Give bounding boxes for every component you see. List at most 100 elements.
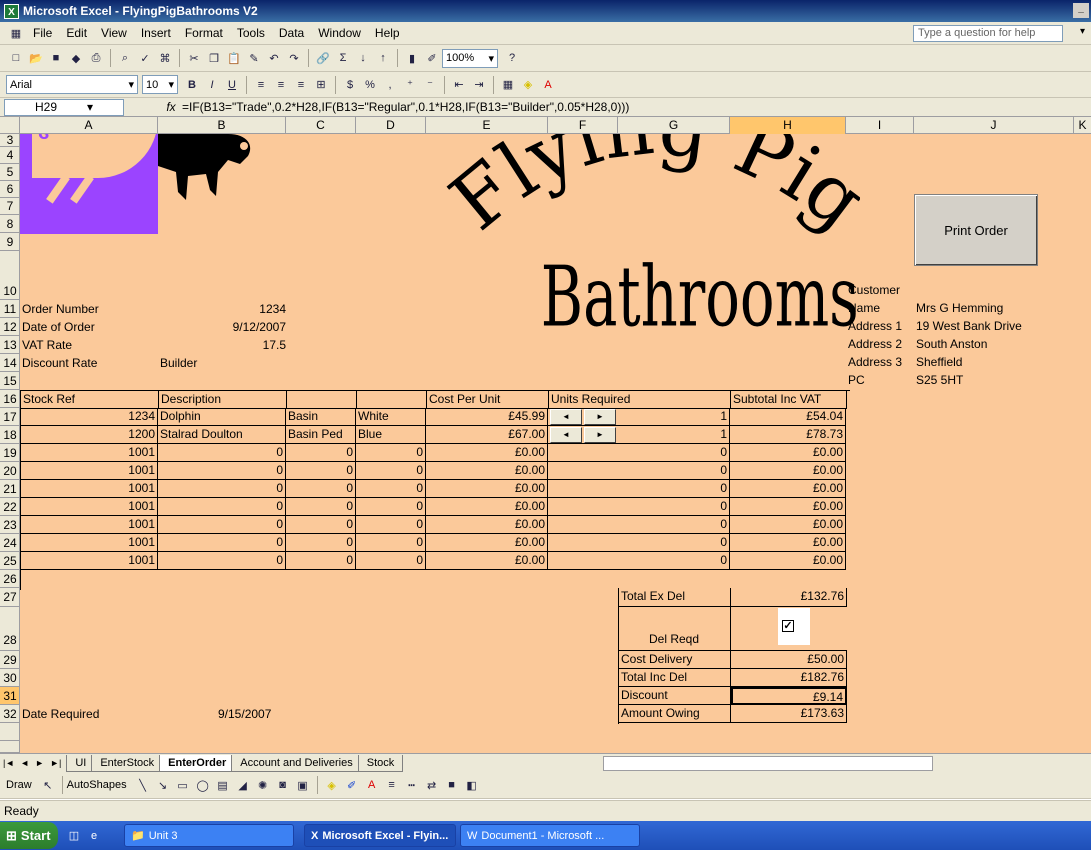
decrease-indent-icon[interactable]: ⇤ [451, 77, 467, 93]
discount-value-cell[interactable]: £9.14 [731, 687, 847, 705]
menu-edit[interactable]: Edit [59, 26, 94, 40]
amount-owing-value-cell[interactable]: £173.63 [731, 705, 847, 723]
row-header[interactable]: 30 [0, 669, 19, 687]
table-cell-subtotal[interactable]: £0.00 [730, 462, 846, 480]
ask-question-input[interactable]: Type a question for help [913, 25, 1063, 42]
row-header[interactable]: 8 [0, 215, 19, 233]
clipart-icon[interactable]: ◙ [275, 777, 291, 793]
menu-help[interactable]: Help [368, 26, 407, 40]
3d-icon[interactable]: ◧ [464, 777, 480, 793]
table-cell-ref[interactable]: 1001 [20, 552, 158, 570]
help-icon[interactable]: ? [504, 50, 520, 66]
font-color-icon[interactable]: A [364, 777, 380, 793]
menu-view[interactable]: View [94, 26, 134, 40]
customer-name-value[interactable]: Mrs G Hemming [916, 300, 1003, 318]
row-header[interactable]: 9 [0, 233, 19, 251]
column-header-b[interactable]: B [158, 117, 286, 134]
copy-icon[interactable]: ❐ [206, 50, 222, 66]
discount-rate-value[interactable]: Builder [160, 355, 197, 373]
select-all-corner[interactable] [0, 117, 20, 134]
print-preview-icon[interactable]: ⌕ [117, 50, 133, 66]
row-header[interactable]: 23 [0, 516, 19, 534]
pig-silhouette-image[interactable] [158, 134, 278, 208]
column-header-k[interactable]: K [1074, 117, 1091, 134]
table-cell-b[interactable]: Dolphin [158, 408, 286, 426]
table-cell-c[interactable]: 0 [286, 444, 356, 462]
table-cell-subtotal[interactable]: £0.00 [730, 498, 846, 516]
sort-descending-icon[interactable]: ↑ [375, 50, 391, 66]
taskbar-word[interactable]: W Document1 - Microsoft ... [460, 824, 640, 847]
del-reqd-checkbox[interactable]: ✓ [782, 620, 794, 632]
column-header-f[interactable]: F [548, 117, 618, 134]
font-color-icon[interactable]: A [540, 77, 556, 93]
print-order-button[interactable]: Print Order [914, 194, 1038, 266]
taskbar-excel[interactable]: X Microsoft Excel - Flyin... [304, 824, 456, 847]
table-cell-d[interactable]: White [356, 408, 426, 426]
first-sheet-icon[interactable]: |◄ [0, 758, 17, 768]
fill-color-icon[interactable]: ◈ [324, 777, 340, 793]
table-cell-ref[interactable]: 1001 [20, 444, 158, 462]
formula-input[interactable]: =IF(B13="Trade",0.2*H28,IF(B13="Regular"… [182, 100, 629, 114]
align-left-icon[interactable]: ≡ [253, 77, 269, 93]
table-cell-b[interactable]: 0 [158, 462, 286, 480]
line-icon[interactable]: ╲ [135, 777, 151, 793]
menu-window[interactable]: Window [311, 26, 368, 40]
row-header[interactable]: 21 [0, 480, 19, 498]
table-cell-cost[interactable]: £0.00 [426, 462, 548, 480]
row-header[interactable]: 15 [0, 372, 19, 390]
table-cell-ref[interactable]: 1234 [20, 408, 158, 426]
row-header[interactable]: 16 [0, 390, 19, 408]
row-header[interactable]: 4 [0, 147, 19, 164]
row-header[interactable]: 6 [0, 181, 19, 198]
table-cell-b[interactable]: 0 [158, 552, 286, 570]
order-number-value[interactable]: 1234 [158, 301, 286, 319]
menu-insert[interactable]: Insert [134, 26, 178, 40]
table-cell-subtotal[interactable]: £0.00 [730, 444, 846, 462]
row-header[interactable]: 20 [0, 462, 19, 480]
permission-icon[interactable]: ◆ [68, 50, 84, 66]
table-cell-subtotal[interactable]: £0.00 [730, 516, 846, 534]
table-cell-b[interactable]: 0 [158, 498, 286, 516]
column-header-d[interactable]: D [356, 117, 426, 134]
table-cell-d[interactable]: 0 [356, 534, 426, 552]
column-header-a[interactable]: A [20, 117, 158, 134]
menu-data[interactable]: Data [272, 26, 311, 40]
minimize-button[interactable]: _ [1073, 3, 1089, 18]
table-cell-units[interactable]: 0 [618, 516, 730, 534]
zoom-select[interactable]: 100% ▾ [442, 48, 498, 68]
last-sheet-icon[interactable]: ►| [47, 758, 64, 768]
align-center-icon[interactable]: ≡ [273, 77, 289, 93]
increase-indent-icon[interactable]: ⇥ [471, 77, 487, 93]
shadow-icon[interactable]: ■ [444, 777, 460, 793]
table-cell-d[interactable]: 0 [356, 462, 426, 480]
cut-icon[interactable]: ✂ [186, 50, 202, 66]
textbox-icon[interactable]: ▤ [215, 777, 231, 793]
select-objects-icon[interactable]: ↖ [40, 777, 56, 793]
dash-style-icon[interactable]: ┅ [404, 777, 420, 793]
table-cell-cost[interactable]: £0.00 [426, 480, 548, 498]
table-cell-c[interactable]: 0 [286, 498, 356, 516]
sort-ascending-icon[interactable]: ↓ [355, 50, 371, 66]
italic-icon[interactable]: I [204, 77, 220, 93]
customer-address2-value[interactable]: South Anston [916, 336, 987, 354]
column-header-h[interactable]: H [730, 117, 846, 134]
autosum-icon[interactable]: Σ [335, 50, 351, 66]
fill-color-icon[interactable]: ◈ [520, 77, 536, 93]
table-cell-cost[interactable]: £0.00 [426, 516, 548, 534]
table-cell-d[interactable]: Blue [356, 426, 426, 444]
table-cell-ref[interactable]: 1001 [20, 516, 158, 534]
currency-icon[interactable]: $ [342, 77, 358, 93]
font-size-select[interactable]: 10 ▾ [142, 75, 178, 94]
font-name-select[interactable]: Arial ▾ [6, 75, 138, 94]
row-header[interactable]: 14 [0, 354, 19, 372]
table-cell-d[interactable]: 0 [356, 498, 426, 516]
table-cell-c[interactable]: Basin Ped [286, 426, 356, 444]
line-color-icon[interactable]: ✐ [344, 777, 360, 793]
borders-icon[interactable]: ▦ [500, 77, 516, 93]
table-cell-c[interactable]: Basin [286, 408, 356, 426]
wordart-icon[interactable]: ◢ [235, 777, 251, 793]
row-header[interactable] [0, 741, 19, 753]
spin-right-icon[interactable]: ► [584, 409, 616, 425]
table-cell-units[interactable]: 0 [618, 462, 730, 480]
autoshapes-menu[interactable]: AutoShapes [67, 779, 127, 791]
